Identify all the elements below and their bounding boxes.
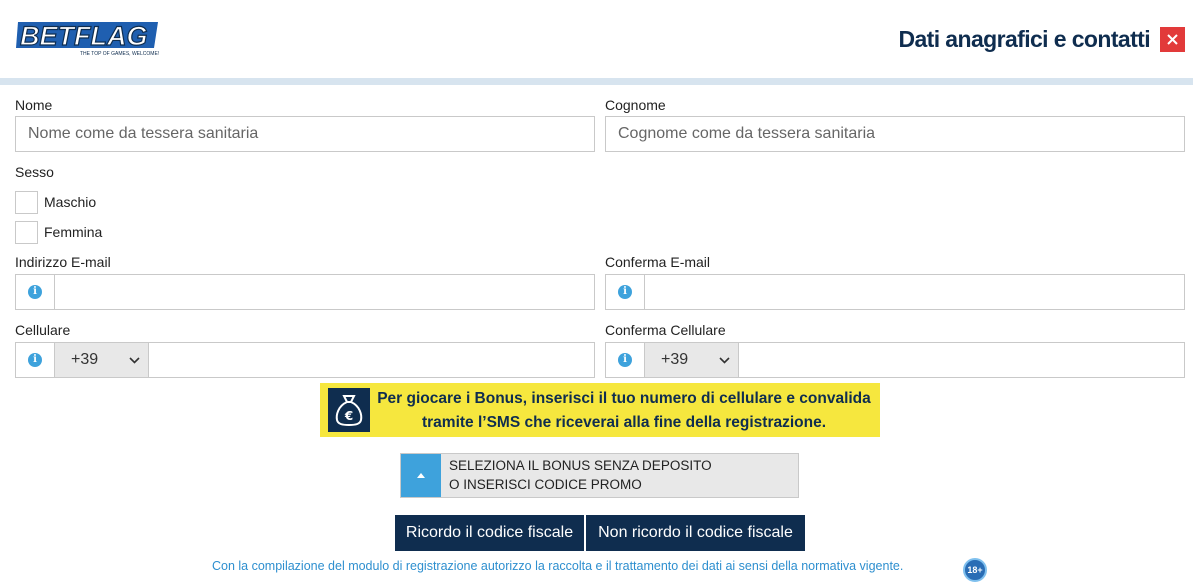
page-title: Dati anagrafici e contatti (898, 26, 1150, 52)
cellulare-confirm-field: i +39 (605, 342, 1185, 379)
email-confirm-input[interactable] (642, 275, 1184, 311)
info-icon: i (28, 353, 42, 367)
info-icon: i (618, 353, 632, 367)
femmina-checkbox[interactable] (15, 221, 38, 244)
promo-label-line-2: O INSERISCI CODICE PROMO (449, 477, 642, 492)
nome-input[interactable] (16, 117, 594, 151)
maschio-checkbox[interactable] (15, 191, 38, 214)
close-icon (1167, 34, 1178, 45)
cognome-field (605, 116, 1185, 152)
cellulare-confirm-label: Conferma Cellulare (605, 322, 726, 338)
email-field: i (15, 274, 595, 311)
bonus-banner-text: Per giocare i Bonus, inserisci il tuo nu… (370, 387, 878, 435)
svg-text:€: € (344, 409, 353, 423)
cellulare-prefix-select[interactable]: +39 (55, 343, 149, 377)
chevron-down-icon (129, 356, 140, 364)
caret-up-icon (417, 473, 425, 478)
promo-code-toggle[interactable]: SELEZIONA IL BONUS SENZA DEPOSITO O INSE… (400, 453, 799, 498)
header-divider (0, 78, 1193, 85)
email-info-button[interactable]: i (16, 275, 55, 309)
cellulare-confirm-prefix-select[interactable]: +39 (645, 343, 739, 377)
cellulare-field: i +39 (15, 342, 595, 379)
promo-label-line-1: SELEZIONA IL BONUS SENZA DEPOSITO (449, 458, 712, 473)
svg-text:BETFLAG: BETFLAG (20, 21, 148, 51)
info-icon: i (618, 285, 632, 299)
betflag-logo[interactable]: BETFLAG THE TOP OF GAMES, WELCOME! (14, 18, 162, 60)
cellulare-confirm-info-button[interactable]: i (606, 343, 645, 377)
email-label: Indirizzo E-mail (15, 254, 111, 270)
age-18-plus-badge: 18+ (963, 558, 987, 582)
bonus-banner-line-2: tramite l’SMS che riceverai alla fine de… (421, 414, 827, 431)
nome-field (15, 116, 595, 152)
cellulare-label: Cellulare (15, 322, 71, 338)
bonus-banner-line-1: Per giocare i Bonus, inserisci il tuo nu… (377, 390, 871, 407)
forgot-codice-fiscale-button[interactable]: Non ricordo il codice fiscale (586, 515, 805, 551)
privacy-consent-note: Con la compilazione del modulo di regist… (212, 559, 904, 573)
nome-label: Nome (15, 97, 53, 113)
cellulare-confirm-prefix-value: +39 (661, 351, 689, 368)
cellulare-info-button[interactable]: i (16, 343, 55, 377)
email-confirm-info-button[interactable]: i (606, 275, 645, 309)
femmina-label[interactable]: Femmina (44, 224, 102, 240)
promo-toggle-button[interactable] (401, 454, 441, 497)
cellulare-confirm-input[interactable] (736, 343, 1184, 379)
cellulare-prefix-value: +39 (71, 351, 99, 368)
chevron-down-icon (719, 356, 730, 364)
cognome-label: Cognome (605, 97, 666, 113)
email-confirm-label: Conferma E-mail (605, 254, 711, 270)
cognome-input[interactable] (606, 117, 1184, 151)
bonus-banner: € Per giocare i Bonus, inserisci il tuo … (320, 383, 880, 437)
email-input[interactable] (52, 275, 594, 311)
sesso-label: Sesso (15, 164, 54, 180)
maschio-label[interactable]: Maschio (44, 194, 96, 210)
info-icon: i (28, 285, 42, 299)
remember-codice-fiscale-button[interactable]: Ricordo il codice fiscale (395, 515, 584, 551)
close-button[interactable] (1160, 27, 1185, 52)
money-bag-euro-icon: € (328, 388, 370, 432)
svg-text:THE TOP OF GAMES, WELCOME!: THE TOP OF GAMES, WELCOME! (80, 51, 159, 57)
cellulare-input[interactable] (146, 343, 594, 379)
header: BETFLAG THE TOP OF GAMES, WELCOME! Dati … (0, 0, 1193, 78)
email-confirm-field: i (605, 274, 1185, 311)
